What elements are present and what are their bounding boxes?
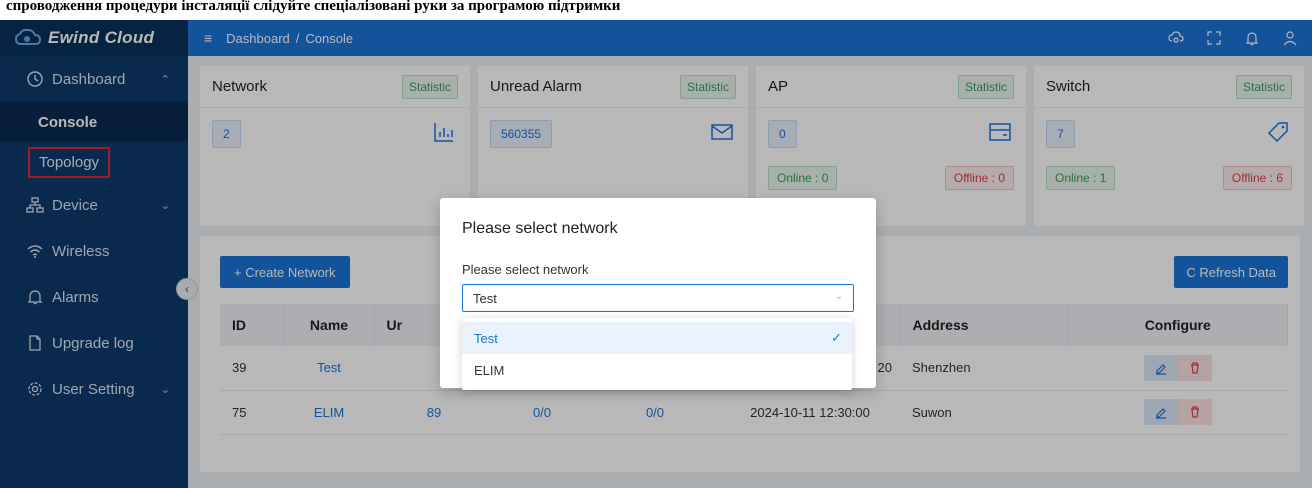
chevron-down-icon: ⌄: [834, 291, 843, 302]
check-icon: ✓: [831, 330, 842, 345]
select-label: Please select network: [462, 262, 589, 277]
option-elim[interactable]: ELIM: [462, 354, 852, 386]
document-caption: спроводження процедури інсталяції слідуй…: [0, 0, 1312, 20]
option-label: ELIM: [474, 362, 505, 378]
network-select[interactable]: Test ⌄: [462, 284, 854, 312]
dialog-title: Please select network: [462, 220, 618, 237]
option-label: Test: [474, 330, 498, 346]
network-select-dropdown: Test ✓ ELIM: [462, 318, 852, 390]
option-test[interactable]: Test ✓: [462, 322, 852, 354]
select-value: Test: [473, 290, 497, 306]
